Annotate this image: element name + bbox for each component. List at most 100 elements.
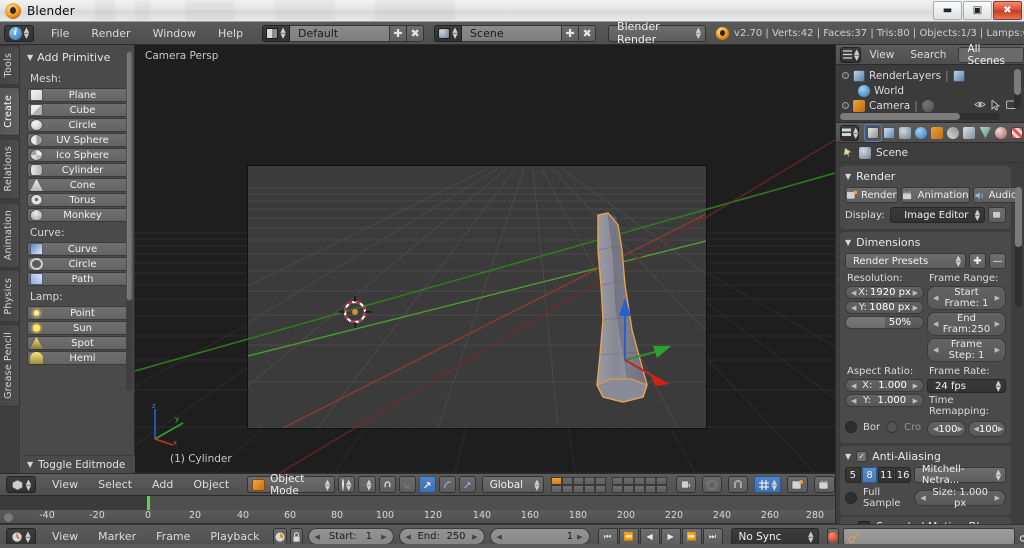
add-scene-button[interactable]: ✚ [562,24,580,42]
decrement-arrow-icon[interactable]: ◀ [406,533,411,541]
outliner-vscroll-thumb[interactable] [1014,69,1021,95]
maximize-button[interactable]: ▣ [963,1,992,20]
menu-frame[interactable]: Frame [146,528,200,545]
resolution-percentage-slider[interactable]: 50% [845,316,924,329]
display-mode-selector[interactable]: Image Editor ▲ ▼ [890,207,985,223]
crop-checkbox[interactable] [886,421,899,433]
render-image-button[interactable]: Render [845,187,898,203]
timeline-track[interactable] [0,496,835,510]
increment-arrow-icon[interactable]: ▶ [995,346,1000,354]
menu-file[interactable]: File [40,25,80,42]
previous-keyframe-button[interactable]: ⏪ [618,528,639,545]
layer-button[interactable] [561,484,573,493]
add-circle-button[interactable]: Circle [27,118,129,132]
increment-arrow-icon[interactable]: ▶ [957,425,962,433]
properties-scroll-area[interactable]: ▼ Render Render Animation Audio Display:… [836,163,1024,548]
expand-toggle-icon[interactable] [842,102,849,109]
add-plane-button[interactable]: Plane [27,88,129,102]
add-torus-button[interactable]: Torus [27,193,129,207]
outliner-horizontal-scrollbar[interactable] [840,113,1000,120]
add-path-button[interactable]: Path [27,272,129,286]
add-uv-sphere-button[interactable]: UV Sphere [27,133,129,147]
end-frame-field[interactable]: ◀ End Fram:250 ▶ [927,312,1006,336]
border-checkbox[interactable] [845,421,857,433]
list-item[interactable]: RenderLayers | [836,68,1024,83]
close-button[interactable]: ✖ [993,1,1022,20]
add-cylinder-button[interactable]: Cylinder [27,163,129,177]
jump-to-end-button[interactable]: ⏭ [702,528,723,545]
layer-button[interactable] [594,476,606,485]
aa-sample-11[interactable]: 11 [878,467,895,483]
increment-arrow-icon[interactable]: ▶ [381,533,386,541]
add-keyframe-icon[interactable] [1019,530,1024,543]
sync-mode-selector[interactable]: No Sync ▲ ▼ [730,528,819,545]
sidebar-item-animation[interactable]: Animation [0,201,20,268]
resolution-x-field[interactable]: ◀ X: 1920 px ▶ [845,286,924,299]
editor-type-selector-3dview[interactable]: ▲ ▼ [6,476,36,493]
dimensions-section-header[interactable]: ▼ Dimensions [840,234,1011,251]
tab-render-layers[interactable] [881,125,897,141]
tab-scene[interactable] [897,125,913,141]
properties-vscroll-thumb[interactable] [1015,187,1022,247]
add-preset-button[interactable]: ✚ [969,253,986,269]
increment-arrow-icon[interactable]: ▶ [913,304,918,312]
tab-constraints[interactable] [945,125,961,141]
tab-render[interactable] [864,123,883,142]
outliner-display-mode[interactable]: All Scenes [958,43,1024,67]
pin-icon[interactable] [842,146,854,159]
3d-viewport[interactable]: z y x Camera Persp (1) Cylinder [135,45,835,473]
increment-arrow-icon[interactable]: ▶ [995,320,1000,328]
translate-manipulator-widget[interactable] [575,280,705,400]
delete-screen-layout-button[interactable]: ✖ [407,24,425,42]
increment-arrow-icon[interactable]: ▶ [577,533,582,541]
remove-preset-button[interactable]: — [989,253,1006,269]
lock-object-modes-button[interactable] [675,476,696,493]
editor-type-selector-outliner[interactable]: ▲ ▼ [840,46,862,63]
play-reverse-button[interactable]: ◀ [639,528,660,545]
decrement-arrow-icon[interactable]: ◀ [851,289,856,297]
layer-button[interactable] [550,476,562,485]
next-keyframe-button[interactable]: ⏩ [681,528,702,545]
tab-object-data[interactable] [977,125,993,141]
menu-select[interactable]: Select [88,476,142,493]
keying-set-field[interactable] [842,528,1015,545]
add-point-lamp-button[interactable]: Point [27,306,129,320]
tool-shelf-scrollbar[interactable] [126,51,133,391]
add-sun-lamp-button[interactable]: Sun [27,321,129,335]
increment-arrow-icon[interactable]: ▶ [995,294,1000,302]
screen-layout-browse-button[interactable]: ▲ ▼ [262,24,291,42]
start-frame-field[interactable]: ◀ Start Frame: 1 ▶ [927,286,1006,310]
menu-render[interactable]: Render [80,25,141,42]
menu-marker[interactable]: Marker [88,528,146,545]
layer-button[interactable] [611,484,623,493]
add-spot-lamp-button[interactable]: Spot [27,336,129,350]
sidebar-item-relations[interactable]: Relations [0,138,20,200]
anti-aliasing-section-header[interactable]: ▼ ✓ Anti-Aliasing [840,448,1011,465]
menu-view[interactable]: View [861,47,902,63]
camera-data-icon[interactable] [921,99,934,112]
layer-button[interactable] [583,476,595,485]
aa-sample-8[interactable]: 8 [861,467,878,483]
scale-manipulator-button[interactable] [458,476,476,493]
scene-browse-button[interactable]: ▲ ▼ [434,24,463,42]
selected-mesh-cylinder[interactable] [135,45,835,473]
remap-old-field[interactable]: ◀ 100 ▶ [927,421,966,437]
increment-arrow-icon[interactable]: ▶ [913,289,918,297]
snap-during-transform-button[interactable] [727,476,748,493]
menu-window[interactable]: Window [142,25,207,42]
tab-material[interactable] [993,125,1009,141]
layer-button[interactable] [644,484,656,493]
render-presets-selector[interactable]: Render Presets ▲ ▼ [845,253,966,269]
menu-view[interactable]: View [42,476,88,493]
frame-step-field[interactable]: ◀ Frame Step: 1 ▶ [927,338,1006,362]
transform-orientation-selector[interactable]: Global ▲ ▼ [481,476,544,493]
add-primitive-panel-header[interactable]: ▼ Add Primitive [24,49,132,68]
decrement-arrow-icon[interactable]: ◀ [315,533,320,541]
menu-playback[interactable]: Playback [200,528,269,545]
end-frame-field[interactable]: ◀ End: 250 ▶ [398,528,485,545]
expand-toggle-icon[interactable] [842,72,849,79]
decrement-arrow-icon[interactable]: ◀ [851,397,856,405]
decrement-arrow-icon[interactable]: ◀ [851,382,856,390]
layer-button[interactable] [633,476,645,485]
menu-help[interactable]: Help [207,25,254,42]
